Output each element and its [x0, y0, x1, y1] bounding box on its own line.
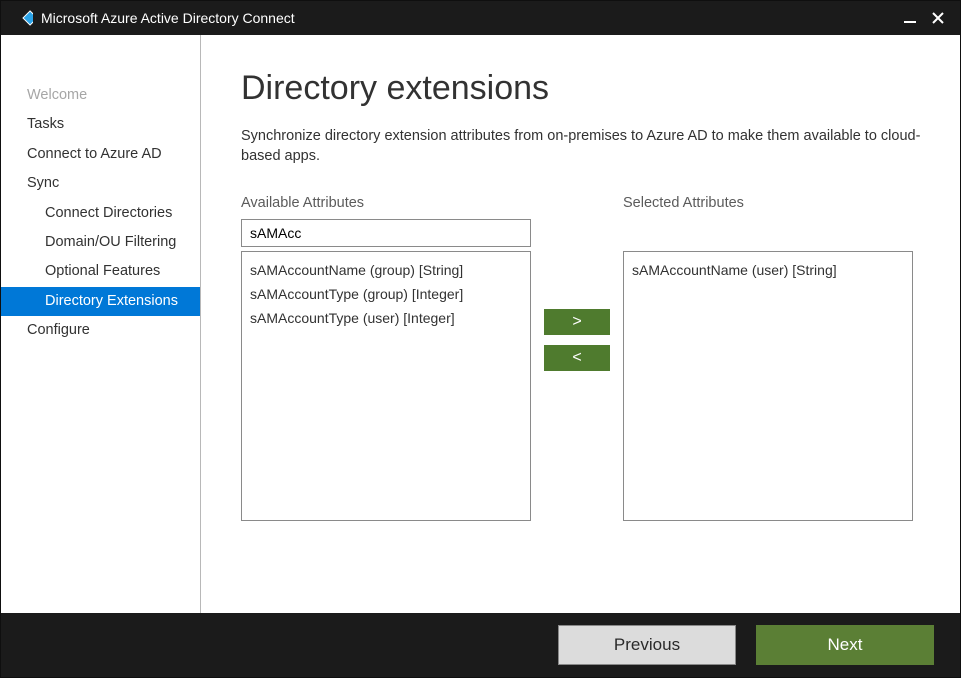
wizard-sidebar: Welcome Tasks Connect to Azure AD Sync C…: [1, 35, 201, 613]
nav-tasks[interactable]: Tasks: [1, 110, 200, 139]
nav-domain-ou-filtering[interactable]: Domain/OU Filtering: [1, 228, 200, 257]
nav-sync[interactable]: Sync: [1, 169, 200, 198]
remove-attribute-button[interactable]: <: [544, 345, 610, 371]
body: Welcome Tasks Connect to Azure AD Sync C…: [1, 35, 960, 613]
available-listbox[interactable]: sAMAccountName (group) [String] sAMAccou…: [241, 251, 531, 521]
selected-item[interactable]: sAMAccountName (user) [String]: [632, 258, 904, 282]
nav-connect-directories[interactable]: Connect Directories: [1, 199, 200, 228]
selected-column: Selected Attributes sAMAccountName (user…: [623, 195, 913, 521]
minimize-button[interactable]: [896, 4, 924, 32]
azure-logo-icon: [13, 8, 33, 28]
available-item[interactable]: sAMAccountType (group) [Integer]: [250, 282, 522, 306]
wizard-footer: Previous Next: [1, 613, 960, 677]
attribute-search-input[interactable]: [241, 219, 531, 247]
next-button[interactable]: Next: [756, 625, 934, 665]
window-title: Microsoft Azure Active Directory Connect: [41, 10, 896, 26]
close-button[interactable]: [924, 4, 952, 32]
titlebar: Microsoft Azure Active Directory Connect: [1, 1, 960, 35]
nav-connect-azure-ad[interactable]: Connect to Azure AD: [1, 140, 200, 169]
nav-welcome: Welcome: [1, 81, 200, 110]
app-window: Microsoft Azure Active Directory Connect…: [0, 0, 961, 678]
page-heading: Directory extensions: [241, 69, 928, 108]
nav-optional-features[interactable]: Optional Features: [1, 257, 200, 286]
shuttle-buttons: > <: [531, 195, 623, 371]
available-label: Available Attributes: [241, 195, 531, 211]
selected-label: Selected Attributes: [623, 195, 913, 211]
available-item[interactable]: sAMAccountType (user) [Integer]: [250, 306, 522, 330]
dual-listbox: Available Attributes sAMAccountName (gro…: [241, 195, 928, 521]
available-column: Available Attributes sAMAccountName (gro…: [241, 195, 531, 521]
previous-button[interactable]: Previous: [558, 625, 736, 665]
add-attribute-button[interactable]: >: [544, 309, 610, 335]
selected-listbox[interactable]: sAMAccountName (user) [String]: [623, 251, 913, 521]
nav-directory-extensions[interactable]: Directory Extensions: [1, 287, 200, 316]
available-item[interactable]: sAMAccountName (group) [String]: [250, 258, 522, 282]
content-area: Directory extensions Synchronize directo…: [201, 35, 960, 613]
page-description: Synchronize directory extension attribut…: [241, 126, 921, 167]
nav-configure[interactable]: Configure: [1, 316, 200, 345]
